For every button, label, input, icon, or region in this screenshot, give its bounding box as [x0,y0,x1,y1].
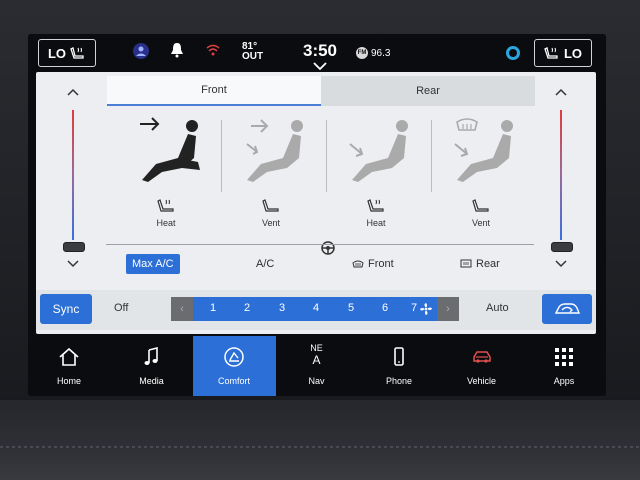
passenger-temp-slider[interactable] [550,84,573,274]
fan-decrease-button[interactable]: ‹ [171,297,193,321]
auto-button[interactable]: Auto [486,302,509,314]
nav-apps[interactable]: Apps [523,336,606,396]
clock: 3:50 [302,41,338,60]
temp-track [72,110,74,240]
fan-speed-1[interactable]: 1 [205,302,221,314]
nav-vehicle[interactable]: Vehicle [441,336,524,396]
infotainment-screen: LO 81° OUT 3:50 FM 96.3 LO Front Rear He… [28,34,606,396]
car-icon [472,351,491,363]
front-defrost-button[interactable]: Front [352,254,394,274]
status-bar: LO 81° OUT 3:50 FM 96.3 LO [28,34,606,72]
zone-tabs: Front Rear [107,76,535,106]
radio-station[interactable]: FM 96.3 [356,47,390,59]
fan-speed-3[interactable]: 3 [274,302,290,314]
passenger-seat-heat-button[interactable]: LO [534,39,592,67]
chevron-down-icon[interactable] [313,62,327,70]
compass-icon: A [312,353,321,367]
fan-speed-2[interactable]: 2 [239,302,255,314]
bottom-nav-bar: Home Media Comfort NE A Nav Phone Vehicl… [28,336,606,396]
airflow-panel-mode[interactable]: Heat [116,116,216,236]
nav-phone[interactable]: Phone [358,336,441,396]
climate-panel: Front Rear Heat Vent Heat Vent Max A/C A… [36,72,596,334]
nav-label: Home [56,376,81,386]
temp-track [560,110,562,240]
fan-increase-button[interactable]: › [437,297,459,321]
temp-knob[interactable] [551,242,573,252]
recirculation-button[interactable] [542,294,592,324]
airflow-bilevel-mode[interactable]: Vent [221,116,321,236]
chevron-up-icon[interactable] [67,88,79,96]
alexa-icon[interactable] [506,46,520,60]
tab-rear[interactable]: Rear [321,76,535,106]
fan-icon [420,303,432,315]
nav-home[interactable]: Home [28,336,111,396]
rear-defrost-label: Rear [476,258,500,270]
driver-seat-heat-button[interactable]: LO [38,39,96,67]
bell-icon [170,42,184,61]
nav-label: Nav [308,376,325,386]
front-defrost-label: Front [368,258,394,270]
fan-speed-bar[interactable]: ‹ 1 2 3 4 5 6 7 › [171,297,459,321]
outside-temp-label: OUT [242,51,264,62]
mode-label: Heat [156,218,176,228]
home-icon [59,347,79,366]
seat-airflow-bilevel-icon [246,119,303,182]
sync-button[interactable]: Sync [40,294,92,324]
fan-speed-4[interactable]: 4 [308,302,324,314]
airflow-defrost-mode[interactable]: Vent [431,116,531,236]
chevron-up-icon[interactable] [555,88,567,96]
max-ac-button[interactable]: Max A/C [126,254,180,274]
nav-label: Media [139,376,164,386]
nav-label: Vehicle [466,376,497,386]
airflow-floor-mode[interactable]: Heat [326,116,426,236]
heated-seat-icon [544,47,558,59]
nav-label: Apps [553,376,575,386]
seat-heat-icon[interactable] [156,198,176,214]
divider [106,244,534,245]
seat-airflow-defrost-icon [454,118,513,182]
mode-label: Vent [471,218,491,228]
fan-speed-5[interactable]: 5 [343,302,359,314]
dashboard-trim [0,400,640,480]
heated-seat-icon [70,47,84,59]
fm-band-badge: FM [356,47,368,59]
recirculation-icon [554,303,581,314]
fan-off-button[interactable]: Off [114,302,128,314]
rear-defrost-icon [460,259,472,268]
nav-comfort[interactable]: Comfort [193,336,276,396]
nav-label: Comfort [217,376,250,386]
nav-label: Phone [385,376,413,386]
seat-airflow-face-icon [140,117,200,182]
dashboard-stitching [0,446,640,448]
comfort-icon [224,347,244,367]
seat-airflow-floor-icon [349,120,408,182]
outside-temperature: 81° OUT [242,42,263,62]
apps-grid-icon [555,348,573,366]
driver-seat-level: LO [47,45,67,61]
tab-front[interactable]: Front [107,76,321,106]
fan-controls-row: Sync Off ‹ 1 2 3 4 5 6 7 › Auto [36,290,596,330]
seat-heat-icon[interactable] [366,198,386,214]
driver-temp-slider[interactable] [62,84,85,274]
seat-vent-icon[interactable] [471,198,491,214]
mode-label: Vent [261,218,281,228]
fan-speed-6[interactable]: 6 [377,302,393,314]
nav-nav[interactable]: NE A Nav [276,336,359,396]
passenger-seat-level: LO [563,45,583,61]
rear-defrost-button[interactable]: Rear [460,254,500,274]
ac-button[interactable]: A/C [256,254,274,274]
driver-profile-icon[interactable] [132,42,150,63]
front-defrost-icon [352,260,364,268]
seat-vent-icon[interactable] [261,198,281,214]
airflow-modes: Heat Vent Heat Vent [116,116,536,255]
radio-frequency: 96.3 [371,47,391,59]
phone-icon [394,347,404,366]
music-note-icon [144,346,158,365]
ac-controls-row: Max A/C A/C Front Rear [36,252,596,276]
wifi-icon [206,44,220,59]
nav-media[interactable]: Media [111,336,194,396]
mode-label: Heat [366,218,386,228]
temp-knob[interactable] [63,242,85,252]
